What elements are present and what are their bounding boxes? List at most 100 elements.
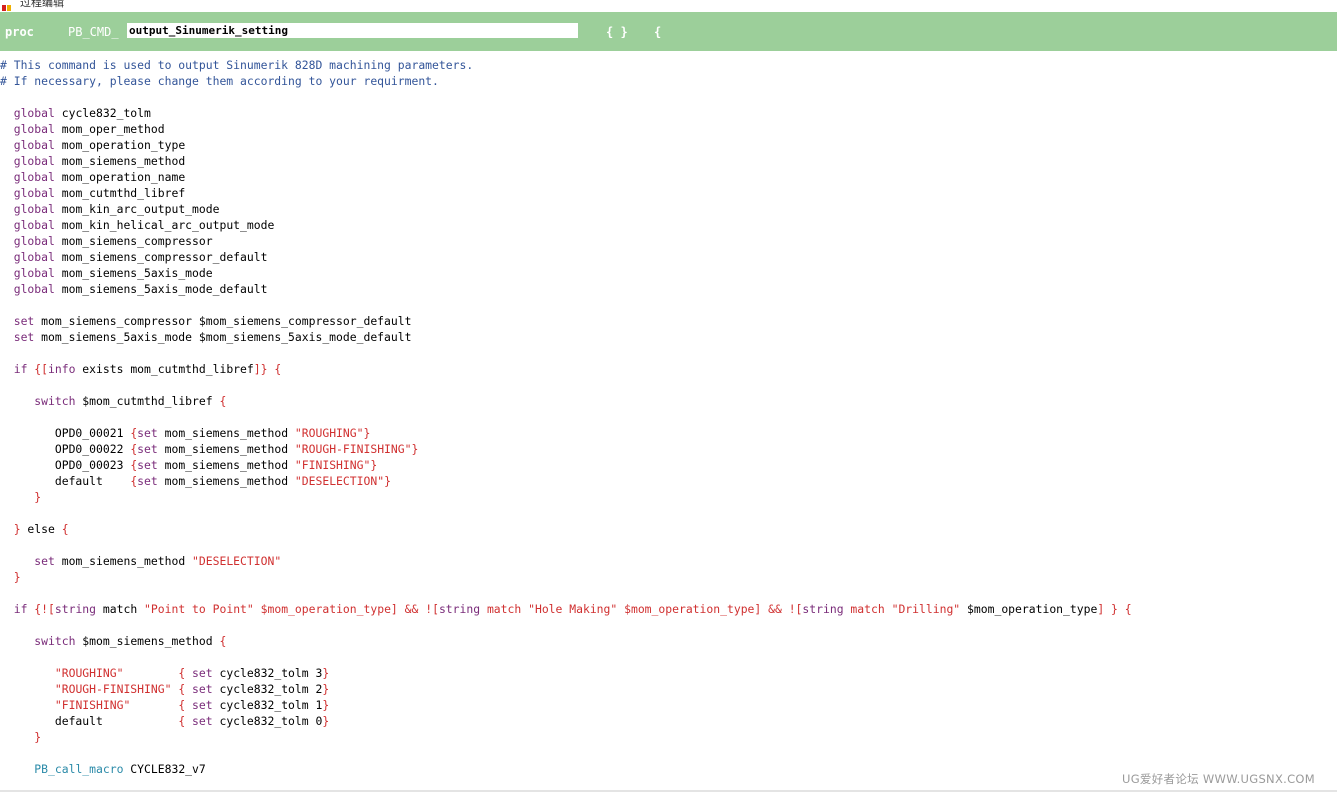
code-token-string: "FINISHING"	[54, 698, 179, 712]
code-token-var: mom_kin_helical_arc_output_mode	[54, 218, 275, 232]
code-line: global mom_operation_name	[0, 169, 1337, 185]
proc-name-input[interactable]	[127, 23, 578, 38]
code-token-keyword: switch	[34, 394, 76, 408]
code-token-brace: }	[13, 522, 21, 536]
code-line: global mom_kin_helical_arc_output_mode	[0, 217, 1337, 233]
code-token-keyword: global	[13, 170, 55, 184]
code-line: global mom_siemens_compressor	[0, 233, 1337, 249]
code-token-brace: {	[178, 666, 193, 680]
code-token-brace: }	[34, 490, 42, 504]
code-line: global mom_siemens_compressor_default	[0, 249, 1337, 265]
code-token-keyword: global	[13, 250, 55, 264]
code-token-keyword: global	[13, 218, 55, 232]
code-token-plain: OPD0_00022	[0, 442, 131, 456]
code-token-comment: # This command is used to output Sinumer…	[0, 58, 474, 72]
code-token-keyword: set	[192, 666, 213, 680]
code-token-brace: {	[61, 522, 69, 536]
code-line: global mom_siemens_method	[0, 153, 1337, 169]
code-token-var: mom_kin_arc_output_mode	[54, 202, 220, 216]
code-token-var: mom_siemens_5axis_mode $mom_siemens_5axi…	[34, 330, 412, 344]
code-token-string: "ROUGHING"	[54, 666, 179, 680]
code-token-keyword: set	[137, 426, 158, 440]
code-token-var: mom_siemens_compressor_default	[54, 250, 268, 264]
code-line: "ROUGH-FINISHING" { set cycle832_tolm 2}	[0, 681, 1337, 697]
code-line: global mom_kin_arc_output_mode	[0, 201, 1337, 217]
code-token-var: cycle832_tolm 3	[212, 666, 323, 680]
code-token-var: else	[20, 522, 62, 536]
code-token-keyword: info	[48, 362, 76, 376]
code-line: set mom_siemens_compressor $mom_siemens_…	[0, 313, 1337, 329]
code-token-brace: {[	[27, 362, 49, 376]
code-token-string: match "Hole Making" $mom_operation_type]…	[480, 602, 803, 616]
code-token-brace: }	[384, 474, 391, 488]
code-line: switch $mom_cutmthd_libref {	[0, 393, 1337, 409]
proc-name-prefix: PB_CMD_	[68, 25, 119, 39]
code-token-brace: }	[411, 442, 419, 456]
code-token-brace: }	[322, 666, 330, 680]
code-line: OPD0_00021 {set mom_siemens_method "ROUG…	[0, 425, 1337, 441]
code-token-brace: ]} {	[253, 362, 282, 376]
code-token-var: mom_siemens_compressor	[54, 234, 213, 248]
code-editor[interactable]: # This command is used to output Sinumer…	[0, 57, 1337, 777]
code-line: switch $mom_siemens_method {	[0, 633, 1337, 649]
code-token-keyword: global	[13, 186, 55, 200]
code-token-brace: }	[322, 714, 330, 728]
code-token-string: "DESELECTION"	[294, 474, 385, 488]
code-token-var: cycle832_tolm	[54, 106, 151, 120]
code-token-keyword: string	[438, 602, 481, 616]
code-token-plain: OPD0_00021	[0, 426, 131, 440]
code-token-macro: PB_call_macro	[34, 762, 124, 776]
code-token-var: mom_siemens_method	[157, 426, 295, 440]
code-token-var: mom_siemens_method	[157, 458, 295, 472]
code-token-string: "ROUGH-FINISHING"	[294, 442, 412, 456]
proc-args[interactable]: { }	[606, 25, 628, 39]
window-title-strip: 过程编辑	[0, 0, 1337, 12]
code-line: OPD0_00022 {set mom_siemens_method "ROUG…	[0, 441, 1337, 457]
code-token-keyword: global	[13, 138, 55, 152]
app-icon	[2, 0, 16, 11]
code-token-var: CYCLE832_v7	[123, 762, 206, 776]
code-token-keyword: global	[13, 266, 55, 280]
code-token-var: mom_siemens_method	[157, 442, 295, 456]
code-token-keyword: string	[54, 602, 97, 616]
proc-header-bar: proc PB_CMD_ { } {	[0, 12, 1337, 51]
proc-keyword: proc	[5, 25, 34, 39]
code-token-string: "ROUGH-FINISHING"	[54, 682, 179, 696]
code-line: "ROUGHING" { set cycle832_tolm 3}	[0, 665, 1337, 681]
code-token-var: mom_siemens_method	[54, 554, 193, 568]
code-token-plain: default	[0, 714, 179, 728]
code-line: "FINISHING" { set cycle832_tolm 1}	[0, 697, 1337, 713]
code-token-keyword: global	[13, 282, 55, 296]
code-token-brace: }	[322, 698, 330, 712]
code-token-brace: {	[219, 634, 227, 648]
code-token-brace: }	[34, 730, 42, 744]
code-token-var: mom_operation_type	[54, 138, 186, 152]
code-token-keyword: if	[13, 362, 28, 376]
code-token-keyword: set	[13, 314, 35, 328]
code-line: global mom_siemens_5axis_mode_default	[0, 281, 1337, 297]
code-token-keyword: if	[13, 602, 28, 616]
code-line: OPD0_00023 {set mom_siemens_method "FINI…	[0, 457, 1337, 473]
code-line: default { set cycle832_tolm 0}	[0, 713, 1337, 729]
code-token-keyword: global	[13, 122, 55, 136]
code-token-keyword: set	[13, 330, 35, 344]
code-token-var: exists mom_cutmthd_libref	[75, 362, 254, 376]
code-token-brace: {	[178, 682, 193, 696]
